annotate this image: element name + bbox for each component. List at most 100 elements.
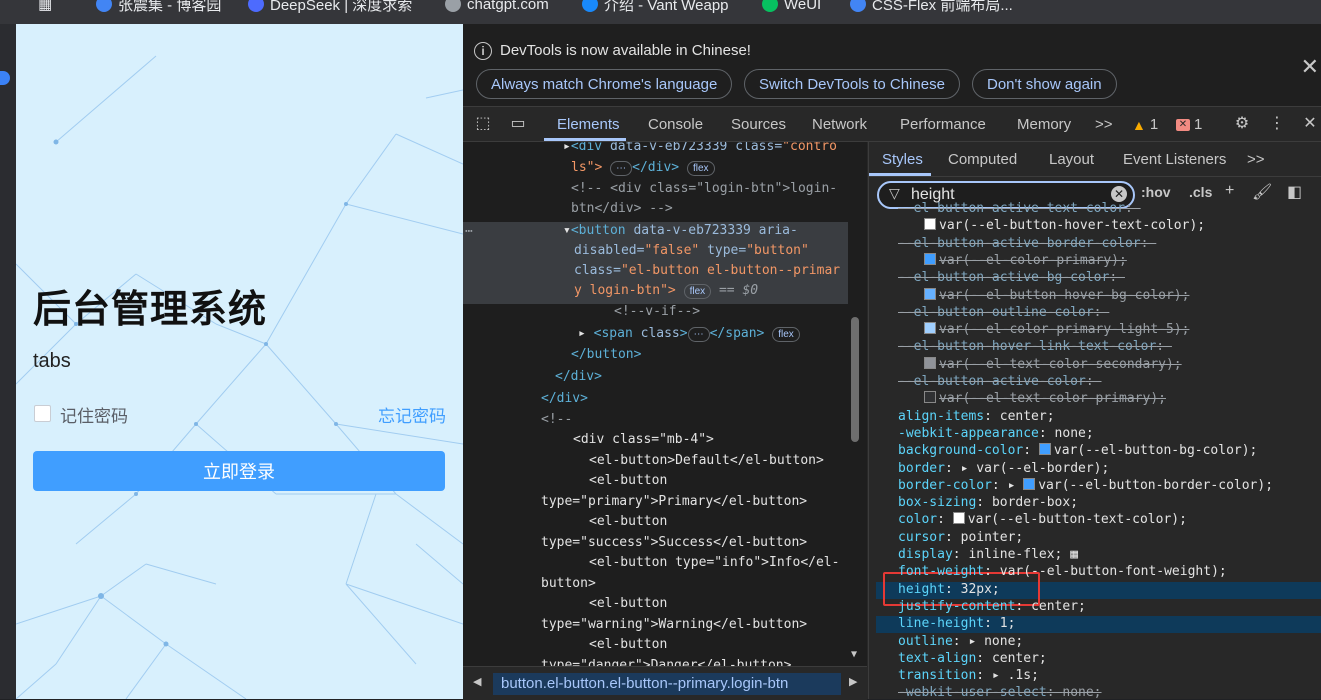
tree-line[interactable]: ▸ <span class> ⋯ </span> flex [578,324,800,344]
tab-event-listeners[interactable]: Event Listeners [1123,151,1226,168]
match-language-button[interactable]: Always match Chrome's language [476,69,733,99]
tree-line[interactable]: </div> [555,367,602,387]
expand-shorthand-icon[interactable]: ▸ [1008,478,1024,493]
bookmark-item[interactable]: chatgpt.com [445,0,549,14]
property-name[interactable]: border [898,461,945,476]
property-value[interactable]: 32px; [961,582,1000,597]
property-value[interactable]: inline-flex; [968,547,1062,562]
breadcrumb-left-icon[interactable]: ◀ [473,675,481,688]
tree-line[interactable]: ▸<div data-v-eb723339 class="contro [563,142,837,157]
style-declaration[interactable]: --el-button-active-bg-color: [898,269,1125,287]
property-value[interactable]: var(--el-button-hover-bg-color); [939,288,1189,303]
property-value[interactable]: center; [1000,409,1055,424]
property-name[interactable]: --el-button-hover-link-text-color [898,339,1156,354]
tree-line[interactable]: </div> [541,389,588,409]
property-value[interactable]: .1s; [1008,668,1039,683]
property-name[interactable]: font-weight [898,564,984,579]
tree-line-selected[interactable]: y login-btn"> flex == $0 [574,281,758,301]
property-value[interactable]: var(--el-button-border-color); [1038,478,1273,493]
property-value[interactable]: var(--el-color-primary); [939,253,1127,268]
bookmark-item[interactable]: WeUI [762,0,821,14]
settings-gear-icon[interactable]: ⚙ [1233,115,1251,133]
warnings-badge[interactable]: ▲ 1 [1132,116,1158,133]
hover-state-button[interactable]: :hov [1141,184,1171,200]
style-declaration[interactable]: var(--el-color-primary-light-5); [924,321,1189,339]
flex-badge[interactable]: flex [686,161,715,176]
close-devtools-icon[interactable]: ✕ [1301,115,1319,133]
color-swatch-icon[interactable] [924,252,936,265]
expand-shorthand-icon[interactable]: ▸ [968,634,984,649]
color-swatch-icon[interactable] [924,391,936,404]
property-name[interactable]: --el-button-active-border-color [898,236,1141,251]
property-name[interactable]: text-align [898,651,976,666]
style-declaration[interactable]: font-weight: var(--el-button-font-weight… [898,563,1227,581]
property-name[interactable]: box-sizing [898,495,976,510]
tree-line[interactable]: ls"> ⋯ </div> flex [571,158,715,178]
property-value[interactable]: var(--el-button-font-weight); [1000,564,1227,579]
tab-computed[interactable]: Computed [948,151,1017,168]
color-swatch-icon[interactable] [924,356,936,369]
close-notice-icon[interactable]: ✕ [1301,54,1319,80]
property-value[interactable]: center; [1031,599,1086,614]
tab-console[interactable]: Console [648,116,703,133]
property-name[interactable]: align-items [898,409,984,424]
style-declaration[interactable]: --el-button-active-border-color: [898,235,1156,253]
style-declaration[interactable]: border: ▸ var(--el-border); [898,460,1109,478]
color-swatch-icon[interactable] [924,218,936,231]
switch-chinese-button[interactable]: Switch DevTools to Chinese [744,69,960,99]
style-declaration[interactable]: height: 32px; [898,581,1000,599]
property-name[interactable]: --el-button-active-bg-color [898,270,1109,285]
color-swatch-icon[interactable] [952,512,965,525]
property-name[interactable]: -webkit-user-select [898,685,1047,699]
style-declaration[interactable]: justify-content: center; [898,598,1086,616]
property-name[interactable]: outline [898,634,953,649]
style-declaration[interactable]: var(--el-text-color-primary); [924,390,1166,408]
property-value[interactable]: var(--el-color-primary-light-5); [939,322,1189,337]
dont-show-again-button[interactable]: Don't show again [972,69,1117,99]
style-declaration[interactable]: line-height: 1; [898,615,1015,633]
forgot-password-link[interactable]: 忘记密码 [378,402,446,427]
style-declaration[interactable]: var(--el-color-primary); [924,252,1127,270]
flex-badge[interactable]: flex [772,327,800,342]
style-declaration[interactable]: --el-button-active-color: [898,373,1102,391]
property-value[interactable]: var(--el-text-color-primary); [939,391,1166,406]
breadcrumb-item[interactable]: button.el-button.el-button--primary.logi… [493,673,841,695]
login-button[interactable]: 立即登录 [33,451,445,491]
property-value[interactable]: var(--el-border); [976,461,1109,476]
expand-shorthand-icon[interactable]: ▸ [992,668,1008,683]
remember-checkbox[interactable] [34,405,51,422]
more-tabs-button[interactable]: >> [1095,116,1113,133]
property-name[interactable]: line-height [898,616,984,631]
property-name[interactable]: --el-button-active-text-color [898,201,1125,216]
bookmark-item[interactable]: DeepSeek | 深度求索 [248,0,412,14]
more-options-icon[interactable]: ⋮ [1268,115,1286,133]
property-value[interactable]: none; [984,634,1023,649]
style-declaration[interactable]: color: var(--el-button-text-color); [898,511,1187,529]
expand-shorthand-icon[interactable]: ▸ [961,461,977,476]
style-declaration[interactable]: var(--el-text-color-secondary); [924,356,1182,374]
property-value[interactable]: pointer; [961,530,1024,545]
style-declaration[interactable]: var(--el-button-hover-bg-color); [924,287,1189,305]
color-swatch-icon[interactable] [1038,443,1051,456]
style-declaration[interactable]: --el-button-outline-color: [898,304,1109,322]
breadcrumb-right-icon[interactable]: ▶ [849,675,857,688]
style-declaration[interactable]: border-color: ▸ var(--el-button-border-c… [898,477,1273,495]
tree-line-selected[interactable]: disabled="false" type="button" [574,241,809,261]
property-name[interactable]: --el-button-active-color [898,374,1086,389]
color-swatch-icon[interactable] [1023,477,1036,490]
inspect-element-icon[interactable]: ⬚ [474,115,492,133]
flex-badge[interactable]: flex [683,284,712,299]
tree-comment[interactable]: <!-- <div class="login-btn">login- [571,179,837,199]
style-declaration[interactable]: cursor: pointer; [898,529,1023,547]
scroll-down-icon[interactable]: ▼ [851,645,857,665]
color-swatch-icon[interactable] [924,322,936,335]
property-name[interactable]: height [898,582,945,597]
style-declaration[interactable]: transition: ▸ .1s; [898,667,1039,685]
errors-badge[interactable]: ✕ 1 [1176,116,1202,133]
tree-comment[interactable]: <!--v-if--> [614,302,700,322]
bookmark-item[interactable]: 介绍 - Vant Weapp [582,0,729,14]
tab-elements[interactable]: Elements [557,116,620,133]
remember-label[interactable]: 记住密码 [60,402,128,427]
property-value[interactable]: center; [992,651,1047,666]
flex-editor-icon[interactable]: ▦ [1062,547,1078,562]
